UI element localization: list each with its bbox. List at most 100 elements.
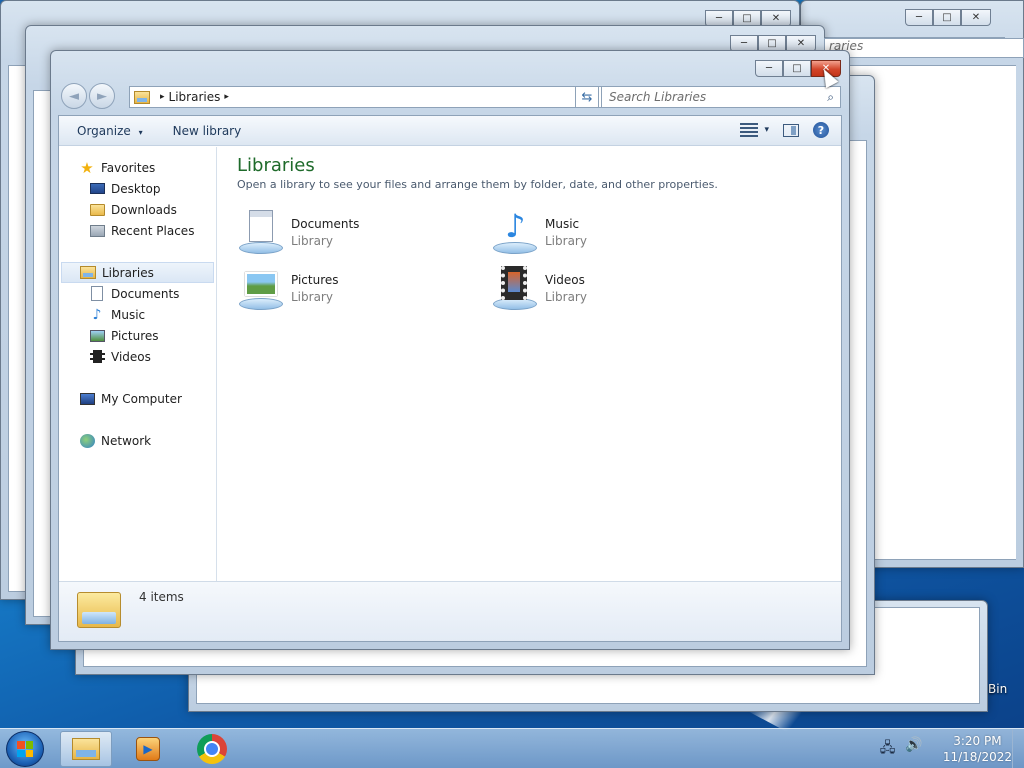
nav-item-favorites[interactable]: ★ Favorites — [59, 157, 216, 178]
recycle-bin-label[interactable]: Bin — [988, 682, 1007, 696]
clock-date: 11/18/2022 — [942, 750, 1012, 764]
tile-name: Videos — [545, 272, 585, 287]
nav-item-pictures[interactable]: Pictures — [59, 325, 216, 346]
nav-label-downloads: Downloads — [111, 202, 177, 217]
music-icon: ♪ — [92, 306, 102, 323]
nav-item-my-computer[interactable]: My Computer — [59, 388, 216, 409]
refresh-button[interactable]: ⇆ — [575, 86, 599, 108]
nav-item-recent-places[interactable]: Recent Places — [59, 220, 216, 241]
search-placeholder: Search Libraries — [609, 90, 707, 104]
tile-name: Music — [545, 216, 580, 231]
view-controls: ▾ ? — [740, 122, 829, 138]
search-icon[interactable]: ⌕ — [827, 90, 834, 105]
address-path-libraries[interactable]: Libraries — [169, 90, 221, 104]
start-button[interactable] — [6, 731, 44, 767]
nav-item-music[interactable]: ♪ Music — [59, 304, 216, 325]
explorer-icon — [72, 738, 100, 760]
show-desktop-button[interactable] — [1012, 729, 1024, 768]
nav-label-libraries: Libraries — [102, 265, 154, 280]
nav-label-documents: Documents — [111, 286, 180, 301]
preview-pane-icon[interactable] — [783, 123, 799, 137]
address-separator-icon[interactable]: ▸ — [160, 92, 165, 102]
nav-item-documents[interactable]: Documents — [59, 283, 216, 304]
star-icon: ★ — [80, 158, 94, 177]
nav-item-downloads[interactable]: Downloads — [59, 199, 216, 220]
address-chevron-icon[interactable]: ▸ — [224, 92, 229, 102]
nav-item-network[interactable]: Network — [59, 430, 216, 451]
chrome-icon — [197, 734, 227, 764]
nav-label-videos: Videos — [111, 349, 151, 364]
videos-icon — [89, 349, 105, 365]
bg3-search-box[interactable]: raries — [824, 38, 1024, 58]
nav-label-pictures: Pictures — [111, 328, 159, 343]
clock[interactable]: 3:20 PM 11/18/2022 — [943, 733, 1012, 765]
bg2-caption-buttons: ─ □ ✕ — [905, 9, 991, 26]
network-status-icon[interactable]: 🖧 — [880, 737, 896, 761]
tile-type: Library — [291, 289, 333, 304]
bg2-close-button[interactable]: ✕ — [961, 9, 991, 26]
library-grid: Documents Library ♪ Music Library Pictur… — [237, 207, 823, 327]
library-tile-documents[interactable]: Documents Library — [237, 207, 477, 257]
nav-label-favorites: Favorites — [101, 160, 156, 175]
tile-name: Pictures — [291, 272, 339, 287]
bg2-minimize-button[interactable]: ─ — [905, 9, 933, 26]
tile-type: Library — [545, 233, 587, 248]
change-view-button[interactable]: ▾ — [740, 123, 769, 137]
help-icon[interactable]: ? — [813, 122, 829, 138]
system-tray: 🖧 🔊 3:20 PM 11/18/2022 — [880, 733, 1012, 765]
bg2-maximize-button[interactable]: □ — [933, 9, 961, 26]
details-pane: 4 items — [59, 581, 841, 641]
computer-icon — [79, 391, 95, 407]
libraries-icon — [80, 265, 96, 281]
videos-library-icon — [491, 264, 539, 312]
tile-type: Library — [545, 289, 587, 304]
nav-label-recent-places: Recent Places — [111, 223, 195, 238]
documents-library-icon — [237, 208, 285, 256]
organize-button[interactable]: Organize ▾ — [59, 124, 155, 138]
nav-item-libraries[interactable]: Libraries — [61, 262, 214, 283]
tile-type: Library — [291, 233, 333, 248]
nav-item-videos[interactable]: Videos — [59, 346, 216, 367]
organize-label: Organize — [77, 123, 131, 138]
view-options-icon — [740, 123, 759, 137]
desktop-icon — [89, 181, 105, 197]
address-bar[interactable]: ▸ Libraries ▸ ▾ — [129, 86, 619, 108]
minimize-button[interactable]: ─ — [755, 60, 783, 77]
search-input[interactable]: Search Libraries ⌕ — [601, 86, 841, 108]
downloads-folder-icon — [89, 202, 105, 218]
recent-places-icon — [89, 223, 105, 239]
taskbar: ▶ 🖧 🔊 3:20 PM 11/18/2022 — [0, 728, 1024, 768]
tray-icons: 🖧 🔊 — [880, 737, 923, 761]
explorer-body: Organize ▾ New library ▾ ? ★ Favorites D… — [58, 115, 842, 642]
documents-icon — [89, 286, 105, 302]
pictures-library-icon — [237, 264, 285, 312]
view-chevron-down-icon: ▾ — [764, 125, 769, 135]
item-count: 4 items — [139, 590, 184, 604]
forward-button[interactable]: ► — [89, 83, 115, 109]
taskbar-chrome-button[interactable] — [186, 731, 238, 767]
navigation-bar: ◄ ► ▸ Libraries ▸ ▾ ⇆ Search Libraries ⌕ — [59, 81, 841, 113]
tile-name: Documents — [291, 216, 360, 231]
new-library-button[interactable]: New library — [155, 124, 254, 138]
library-tile-pictures[interactable]: Pictures Library — [237, 263, 477, 313]
content-pane: Libraries Open a library to see your fil… — [219, 147, 841, 581]
command-bar: Organize ▾ New library ▾ ? — [59, 116, 841, 146]
nav-item-desktop[interactable]: Desktop — [59, 178, 216, 199]
explorer-window[interactable]: ─ □ ✕ ◄ ► ▸ Libraries ▸ ▾ ⇆ Search Libra… — [50, 50, 850, 650]
libraries-folder-large-icon — [77, 588, 123, 632]
page-title: Libraries — [237, 155, 315, 176]
page-subtitle: Open a library to see your files and arr… — [237, 178, 718, 191]
library-tile-videos[interactable]: Videos Library — [491, 263, 731, 313]
nav-label-desktop: Desktop — [111, 181, 161, 196]
taskbar-media-player-button[interactable]: ▶ — [122, 731, 174, 767]
library-tile-music[interactable]: ♪ Music Library — [491, 207, 731, 257]
nav-label-network: Network — [101, 433, 152, 448]
maximize-button[interactable]: □ — [783, 60, 811, 77]
back-button[interactable]: ◄ — [61, 83, 87, 109]
taskbar-explorer-button[interactable] — [60, 731, 112, 767]
libraries-folder-icon — [134, 89, 150, 105]
network-icon — [79, 433, 95, 449]
nav-label-music: Music — [111, 307, 146, 322]
volume-icon[interactable]: 🔊 — [905, 737, 922, 761]
nav-label-my-computer: My Computer — [101, 391, 182, 406]
